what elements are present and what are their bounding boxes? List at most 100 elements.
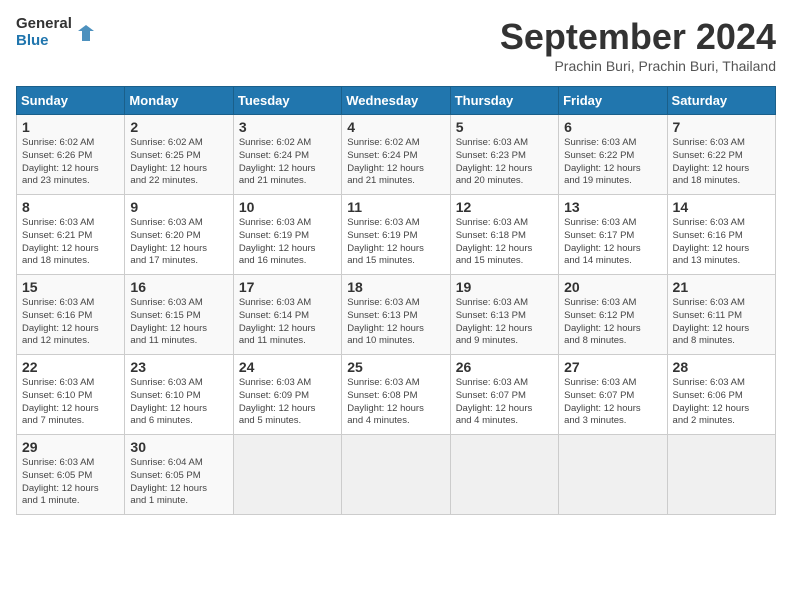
cell-sun-info: Sunrise: 6:03 AMSunset: 6:07 PMDaylight:… (564, 377, 661, 428)
day-number: 14 (673, 199, 770, 215)
cell-sun-info: Sunrise: 6:03 AMSunset: 6:15 PMDaylight:… (130, 297, 227, 348)
calendar-week-row: 29Sunrise: 6:03 AMSunset: 6:05 PMDayligh… (17, 435, 776, 515)
cell-sun-info: Sunrise: 6:03 AMSunset: 6:10 PMDaylight:… (22, 377, 119, 428)
day-number: 18 (347, 279, 444, 295)
day-number: 6 (564, 119, 661, 135)
cell-sun-info: Sunrise: 6:02 AMSunset: 6:24 PMDaylight:… (239, 137, 336, 188)
day-number: 8 (22, 199, 119, 215)
logo-blue: Blue (16, 32, 49, 49)
day-number: 26 (456, 359, 553, 375)
day-number: 5 (456, 119, 553, 135)
day-number: 10 (239, 199, 336, 215)
cell-sun-info: Sunrise: 6:03 AMSunset: 6:22 PMDaylight:… (564, 137, 661, 188)
cell-sun-info: Sunrise: 6:03 AMSunset: 6:19 PMDaylight:… (347, 217, 444, 268)
calendar-cell: 22 Sunrise: 6:03 AMSunset: 6:10 PMDayligh… (17, 355, 125, 435)
cell-sun-info: Sunrise: 6:02 AMSunset: 6:25 PMDaylight:… (130, 137, 227, 188)
day-number: 9 (130, 199, 227, 215)
calendar-cell (667, 435, 775, 515)
weekday-header: Sunday (17, 87, 125, 115)
day-number: 30 (130, 439, 227, 455)
cell-sun-info: Sunrise: 6:03 AMSunset: 6:22 PMDaylight:… (673, 137, 770, 188)
cell-sun-info: Sunrise: 6:03 AMSunset: 6:18 PMDaylight:… (456, 217, 553, 268)
calendar-cell: 24 Sunrise: 6:03 AMSunset: 6:09 PMDayligh… (233, 355, 341, 435)
cell-sun-info: Sunrise: 6:04 AMSunset: 6:05 PMDaylight:… (130, 457, 227, 508)
page-header: General Blue September 2024 Prachin Buri… (16, 16, 776, 74)
day-number: 3 (239, 119, 336, 135)
day-number: 19 (456, 279, 553, 295)
day-number: 12 (456, 199, 553, 215)
day-number: 23 (130, 359, 227, 375)
cell-sun-info: Sunrise: 6:03 AMSunset: 6:12 PMDaylight:… (564, 297, 661, 348)
weekday-header: Monday (125, 87, 233, 115)
day-number: 4 (347, 119, 444, 135)
calendar-cell: 8 Sunrise: 6:03 AMSunset: 6:21 PMDaylight… (17, 195, 125, 275)
cell-sun-info: Sunrise: 6:02 AMSunset: 6:24 PMDaylight:… (347, 137, 444, 188)
location-subtitle: Prachin Buri, Prachin Buri, Thailand (500, 58, 776, 74)
logo-text-block: General Blue (16, 16, 72, 49)
calendar-cell: 17Sunrise: 6:03 AMSunset: 6:14 PMDayligh… (233, 275, 341, 355)
cell-sun-info: Sunrise: 6:03 AMSunset: 6:10 PMDaylight:… (130, 377, 227, 428)
day-number: 25 (347, 359, 444, 375)
cell-sun-info: Sunrise: 6:03 AMSunset: 6:16 PMDaylight:… (673, 217, 770, 268)
calendar-cell: 19 Sunrise: 6:03 AMSunset: 6:13 PMDayligh… (450, 275, 558, 355)
calendar-cell: 11 Sunrise: 6:03 AMSunset: 6:19 PMDayligh… (342, 195, 450, 275)
calendar-cell (233, 435, 341, 515)
month-title: September 2024 (500, 16, 776, 58)
calendar-cell: 20 Sunrise: 6:03 AMSunset: 6:12 PMDayligh… (559, 275, 667, 355)
calendar-cell: 21Sunrise: 6:03 AMSunset: 6:11 PMDayligh… (667, 275, 775, 355)
cell-sun-info: Sunrise: 6:03 AMSunset: 6:20 PMDaylight:… (130, 217, 227, 268)
day-number: 28 (673, 359, 770, 375)
calendar-week-row: 15Sunrise: 6:03 AMSunset: 6:16 PMDayligh… (17, 275, 776, 355)
day-number: 7 (673, 119, 770, 135)
cell-sun-info: Sunrise: 6:03 AMSunset: 6:13 PMDaylight:… (347, 297, 444, 348)
logo-general: General (16, 15, 72, 32)
calendar-cell: 25 Sunrise: 6:03 AMSunset: 6:08 PMDayligh… (342, 355, 450, 435)
calendar-cell: 4 Sunrise: 6:02 AMSunset: 6:24 PMDaylight… (342, 115, 450, 195)
cell-sun-info: Sunrise: 6:03 AMSunset: 6:17 PMDaylight:… (564, 217, 661, 268)
calendar-cell (559, 435, 667, 515)
calendar-cell: 9 Sunrise: 6:03 AMSunset: 6:20 PMDaylight… (125, 195, 233, 275)
day-number: 29 (22, 439, 119, 455)
day-number: 15 (22, 279, 119, 295)
calendar-cell: 13Sunrise: 6:03 AMSunset: 6:17 PMDayligh… (559, 195, 667, 275)
logo: General Blue (16, 16, 96, 49)
cell-sun-info: Sunrise: 6:03 AMSunset: 6:19 PMDaylight:… (239, 217, 336, 268)
calendar-cell: 23 Sunrise: 6:03 AMSunset: 6:10 PMDayligh… (125, 355, 233, 435)
cell-sun-info: Sunrise: 6:03 AMSunset: 6:13 PMDaylight:… (456, 297, 553, 348)
weekday-header: Wednesday (342, 87, 450, 115)
calendar-cell: 7 Sunrise: 6:03 AMSunset: 6:22 PMDaylight… (667, 115, 775, 195)
calendar-cell: 30 Sunrise: 6:04 AMSunset: 6:05 PMDayligh… (125, 435, 233, 515)
cell-sun-info: Sunrise: 6:03 AMSunset: 6:06 PMDaylight:… (673, 377, 770, 428)
day-number: 2 (130, 119, 227, 135)
cell-sun-info: Sunrise: 6:03 AMSunset: 6:09 PMDaylight:… (239, 377, 336, 428)
calendar-cell: 29Sunrise: 6:03 AMSunset: 6:05 PMDayligh… (17, 435, 125, 515)
weekday-header: Tuesday (233, 87, 341, 115)
day-number: 22 (22, 359, 119, 375)
calendar-cell: 18 Sunrise: 6:03 AMSunset: 6:13 PMDayligh… (342, 275, 450, 355)
day-number: 20 (564, 279, 661, 295)
calendar-cell: 3 Sunrise: 6:02 AMSunset: 6:24 PMDaylight… (233, 115, 341, 195)
calendar-cell: 6 Sunrise: 6:03 AMSunset: 6:22 PMDaylight… (559, 115, 667, 195)
weekday-header: Thursday (450, 87, 558, 115)
calendar-week-row: 1 Sunrise: 6:02 AMSunset: 6:26 PMDaylight… (17, 115, 776, 195)
day-number: 11 (347, 199, 444, 215)
calendar-table: SundayMondayTuesdayWednesdayThursdayFrid… (16, 86, 776, 515)
day-number: 24 (239, 359, 336, 375)
cell-sun-info: Sunrise: 6:02 AMSunset: 6:26 PMDaylight:… (22, 137, 119, 188)
calendar-cell (450, 435, 558, 515)
weekday-header: Saturday (667, 87, 775, 115)
cell-sun-info: Sunrise: 6:03 AMSunset: 6:14 PMDaylight:… (239, 297, 336, 348)
calendar-cell: 12 Sunrise: 6:03 AMSunset: 6:18 PMDayligh… (450, 195, 558, 275)
day-number: 27 (564, 359, 661, 375)
calendar-cell: 27 Sunrise: 6:03 AMSunset: 6:07 PMDayligh… (559, 355, 667, 435)
cell-sun-info: Sunrise: 6:03 AMSunset: 6:08 PMDaylight:… (347, 377, 444, 428)
calendar-cell (342, 435, 450, 515)
cell-sun-info: Sunrise: 6:03 AMSunset: 6:21 PMDaylight:… (22, 217, 119, 268)
cell-sun-info: Sunrise: 6:03 AMSunset: 6:07 PMDaylight:… (456, 377, 553, 428)
day-number: 1 (22, 119, 119, 135)
calendar-cell: 16Sunrise: 6:03 AMSunset: 6:15 PMDayligh… (125, 275, 233, 355)
calendar-cell: 10 Sunrise: 6:03 AMSunset: 6:19 PMDayligh… (233, 195, 341, 275)
calendar-cell: 14 Sunrise: 6:03 AMSunset: 6:16 PMDayligh… (667, 195, 775, 275)
calendar-week-row: 8 Sunrise: 6:03 AMSunset: 6:21 PMDaylight… (17, 195, 776, 275)
calendar-cell: 1 Sunrise: 6:02 AMSunset: 6:26 PMDaylight… (17, 115, 125, 195)
